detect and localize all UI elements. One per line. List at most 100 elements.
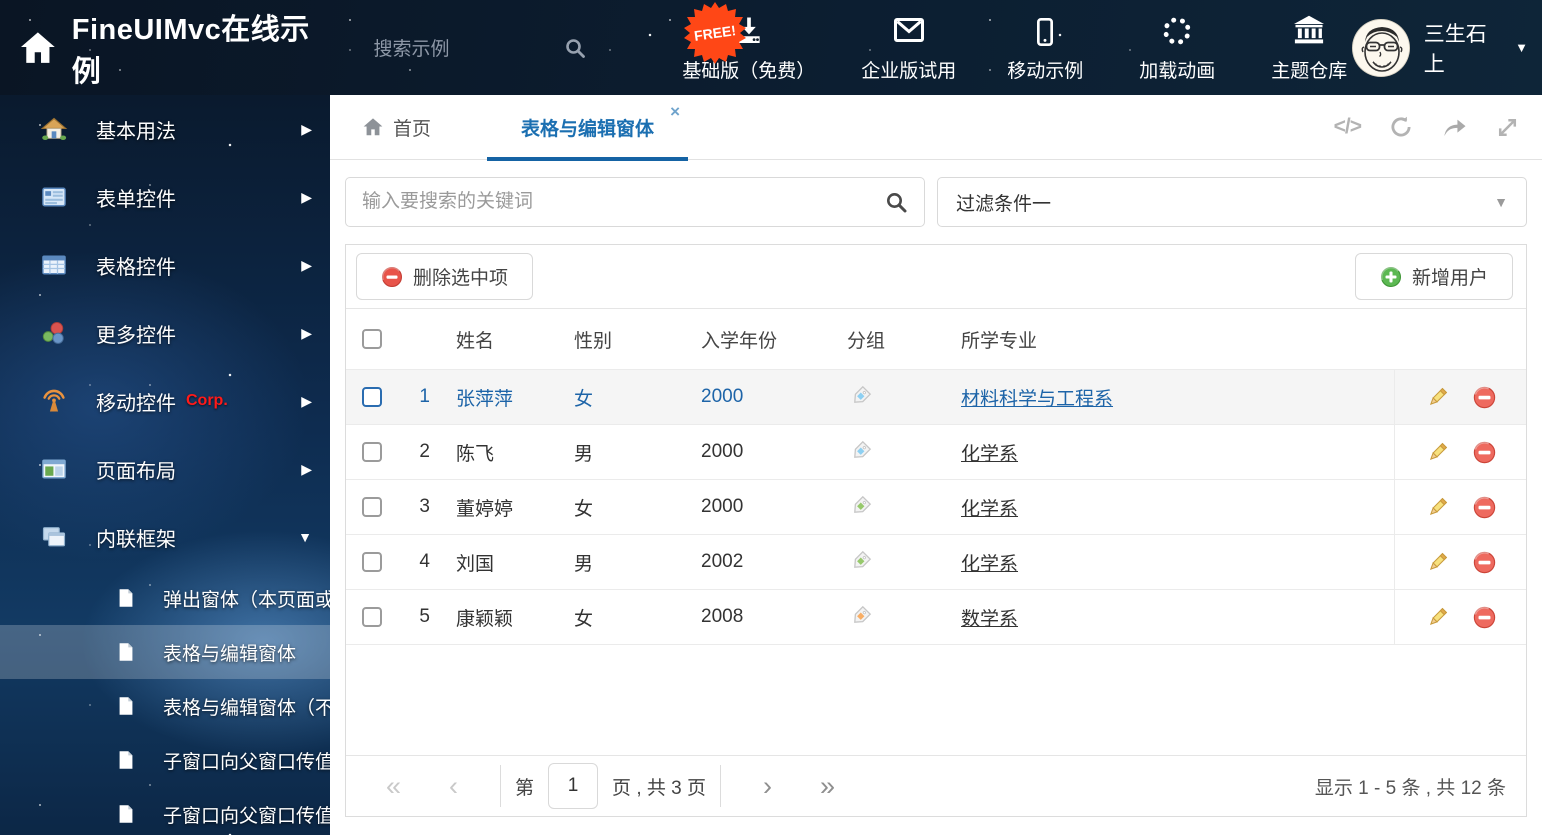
pagination-bar: « ‹ 第 页 , 共 3 页 › » 显示 1 - 5 条 , 共 12 条 (346, 755, 1526, 816)
refresh-icon[interactable] (1388, 114, 1414, 140)
sidebar-item-grid[interactable]: 表格控件 ▶ (0, 231, 330, 299)
column-header-group[interactable]: 分组 (811, 326, 926, 353)
filter-row: 过滤条件一 ▼ (345, 177, 1527, 227)
row-number: 4 (419, 551, 430, 572)
nav-label: 企业版试用 (861, 61, 957, 82)
edit-icon[interactable] (1426, 606, 1449, 629)
expand-icon[interactable] (1495, 115, 1520, 140)
avatar[interactable] (1352, 18, 1410, 77)
cell-gender: 女 (574, 498, 594, 520)
major-link[interactable]: 化学系 (961, 444, 1018, 465)
sidebar-item-iframe[interactable]: 内联框架 ▼ (0, 503, 330, 571)
username: 三生石上 (1423, 22, 1487, 76)
major-link[interactable]: 化学系 (961, 499, 1018, 520)
next-page-button[interactable]: › (763, 772, 772, 800)
major-link[interactable]: 材料科学与工程系 (961, 389, 1113, 410)
delete-icon[interactable] (1472, 550, 1496, 574)
nav-item-mobile[interactable]: 移动示例 (1002, 12, 1088, 83)
nav-item-loading[interactable]: 加载动画 (1134, 12, 1220, 83)
app-title: FineUIMvc在线示例 (71, 13, 310, 88)
delete-icon[interactable] (1472, 440, 1496, 464)
cell-name: 张萍萍 (456, 388, 514, 410)
nav-item-enterprise[interactable]: 企业版试用 (861, 12, 956, 83)
sidebar-subitem-child-value-2[interactable]: 子窗口向父窗口传值... (0, 787, 330, 835)
edit-icon[interactable] (1426, 551, 1449, 574)
tab-active-underline (487, 156, 689, 161)
sidebar-subitem-popup[interactable]: 弹出窗体（本页面或... (0, 571, 330, 625)
share-forward-icon[interactable] (1441, 114, 1468, 141)
cell-gender: 女 (574, 608, 594, 630)
table-row[interactable]: 3 董婷婷 女 2000 化学系 (346, 480, 1526, 535)
source-code-icon[interactable]: </> (1334, 115, 1362, 139)
close-icon[interactable]: × (670, 103, 680, 120)
first-page-button[interactable]: « (386, 772, 401, 800)
sidebar-item-more[interactable]: 更多控件 ▶ (0, 299, 330, 367)
tag-icon (854, 440, 872, 458)
header-search[interactable]: 搜索示例 (374, 34, 588, 61)
cell-year: 2008 (701, 606, 744, 627)
column-header-name[interactable]: 姓名 (436, 326, 556, 353)
sidebar-subitem-grid-window[interactable]: 表格与编辑窗体 (0, 625, 330, 679)
cell-gender: 男 (574, 443, 594, 465)
row-checkbox[interactable] (362, 607, 382, 627)
cell-year: 2002 (701, 551, 744, 572)
add-user-button[interactable]: 新增用户 (1354, 253, 1513, 300)
table-row[interactable]: 4 刘国 男 2002 化学系 (346, 535, 1526, 590)
row-checkbox[interactable] (362, 442, 382, 462)
row-checkbox[interactable] (362, 497, 382, 517)
header-nav: 基础版（免费） 企业版试用 移动示例 加载动画 主题仓库 (682, 12, 1352, 83)
major-link[interactable]: 数学系 (961, 609, 1018, 630)
delete-icon[interactable] (1472, 495, 1496, 519)
major-link[interactable]: 化学系 (961, 554, 1018, 575)
page-content: 过滤条件一 ▼ 删除选中项 新增用户 (330, 160, 1542, 817)
prev-page-button[interactable]: ‹ (449, 772, 458, 800)
delete-icon[interactable] (1472, 385, 1496, 409)
sidebar-item-basic[interactable]: 基本用法 ▶ (0, 95, 330, 163)
phone-icon (1029, 12, 1061, 48)
select-all-checkbox[interactable] (362, 329, 382, 349)
nav-item-themes[interactable]: 主题仓库 (1266, 12, 1352, 83)
tab-home[interactable]: 首页 (362, 114, 431, 141)
chevron-right-icon: ▶ (301, 120, 312, 137)
tab-grid-window[interactable]: 表格与编辑窗体 × (487, 95, 689, 161)
corp-badge: Corp. (186, 392, 228, 409)
sidebar-item-form[interactable]: 表单控件 ▶ (0, 163, 330, 231)
user-menu[interactable]: 三生石上 ▼ (1352, 18, 1528, 78)
nav-label: 移动示例 (1007, 61, 1084, 82)
form-icon (42, 187, 66, 207)
keyword-search-box[interactable] (345, 177, 925, 227)
sidebar-subitem-child-value[interactable]: 子窗口向父窗口传值 (0, 733, 330, 787)
edit-icon[interactable] (1426, 386, 1449, 409)
chevron-right-icon: ▶ (301, 188, 312, 205)
tag-icon (854, 550, 872, 568)
table-row[interactable]: 5 康颖颖 女 2008 数学系 (346, 590, 1526, 645)
search-icon[interactable] (563, 36, 587, 60)
chevron-right-icon: ▶ (301, 324, 312, 341)
table-row[interactable]: 1 张萍萍 女 2000 材料科学与工程系 (346, 370, 1526, 425)
edit-icon[interactable] (1426, 496, 1449, 519)
column-header-major[interactable]: 所学专业 (926, 326, 1394, 353)
column-header-year[interactable]: 入学年份 (661, 326, 811, 353)
delete-selected-button[interactable]: 删除选中项 (356, 253, 534, 300)
table-row[interactable]: 2 陈飞 男 2000 化学系 (346, 425, 1526, 480)
page-icon (119, 589, 133, 607)
filter-dropdown[interactable]: 过滤条件一 ▼ (937, 177, 1527, 227)
main-area: 首页 表格与编辑窗体 × </> 输入要搜索的关键词 过滤条件一 ▼ 删除选中项… (330, 95, 1542, 835)
row-checkbox[interactable] (362, 387, 382, 407)
row-number: 1 (419, 386, 430, 407)
search-icon[interactable] (884, 190, 908, 214)
column-header-gender[interactable]: 性别 (556, 326, 661, 353)
sidebar-subitem-grid-window-2[interactable]: 表格与编辑窗体（不... (0, 679, 330, 733)
page-number-input[interactable] (548, 763, 599, 809)
antenna-icon (43, 389, 65, 412)
chevron-down-icon[interactable]: ▼ (1515, 40, 1528, 55)
sidebar-subitem-label: 子窗口向父窗口传值 (163, 751, 330, 773)
delete-icon[interactable] (1472, 605, 1496, 629)
keyword-search-input[interactable] (362, 191, 884, 213)
app-logo[interactable]: FineUIMvc在线示例 (18, 6, 338, 90)
edit-icon[interactable] (1426, 441, 1449, 464)
sidebar-item-mobile[interactable]: 移动控件 Corp. ▶ (0, 367, 330, 435)
last-page-button[interactable]: » (820, 772, 835, 800)
row-checkbox[interactable] (362, 552, 382, 572)
sidebar-item-layout[interactable]: 页面布局 ▶ (0, 435, 330, 503)
